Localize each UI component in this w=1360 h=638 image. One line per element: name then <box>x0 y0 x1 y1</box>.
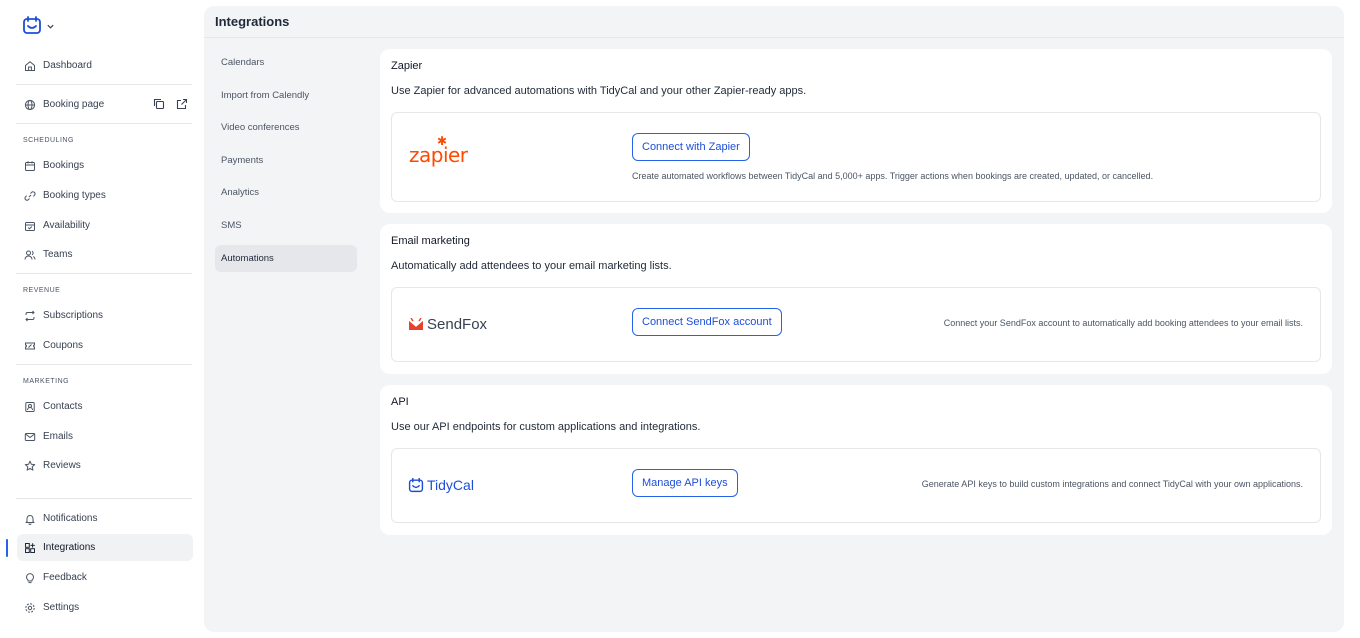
integration-row: SendFox Connect SendFox account Connect … <box>391 287 1321 362</box>
tidycal-logo-icon <box>23 16 41 34</box>
calendar-icon <box>24 160 36 172</box>
app-logo-menu[interactable] <box>22 15 55 35</box>
sidebar-item-label: Feedback <box>43 572 87 583</box>
divider <box>16 364 192 365</box>
sidebar-item-label: Bookings <box>43 160 85 171</box>
repeat-icon <box>24 310 36 322</box>
link-icon <box>24 190 36 202</box>
card-title: Zapier <box>391 60 423 72</box>
page-title: Integrations <box>215 14 290 29</box>
section-title-marketing: MARKETING <box>23 378 70 385</box>
subnav-item-analytics[interactable]: Analytics <box>215 179 357 206</box>
sidebar-item-coupons[interactable]: Coupons <box>17 332 193 359</box>
sidebar-item-contacts[interactable]: Contacts <box>17 393 193 420</box>
users-icon <box>24 249 36 261</box>
subnav-item-import-calendly[interactable]: Import from Calendly <box>215 82 357 109</box>
calendar-check-icon <box>24 220 36 232</box>
page-header: Integrations <box>204 6 1344 38</box>
api-card: API Use our API endpoints for custom app… <box>380 385 1332 535</box>
manage-api-keys-button[interactable]: Manage API keys <box>632 469 738 497</box>
divider <box>16 84 192 85</box>
zapier-logo: zapier ✱ <box>409 134 468 167</box>
main-panel: Integrations Calendars Import from Calen… <box>204 6 1344 632</box>
sidebar-item-label: Integrations <box>43 542 96 553</box>
sidebar-item-label: Coupons <box>43 340 84 351</box>
divider <box>16 273 192 274</box>
sidebar-item-label: Booking types <box>43 190 106 201</box>
sidebar-item-label: Settings <box>43 602 80 613</box>
sendfox-hint: Connect your SendFox account to automati… <box>943 318 1303 328</box>
sidebar-item-notifications[interactable]: Notifications <box>17 505 193 532</box>
sidebar-item-subscriptions[interactable]: Subscriptions <box>17 302 193 329</box>
sidebar-item-label: Booking page <box>43 99 105 110</box>
sidebar-item-dashboard[interactable]: Dashboard <box>17 52 193 79</box>
card-title: API <box>391 396 409 408</box>
zapier-hint: Create automated workflows between TidyC… <box>632 171 1154 181</box>
email-marketing-card: Email marketing Automatically add attend… <box>380 224 1332 374</box>
sendfox-icon <box>408 317 424 330</box>
card-description: Use Zapier for advanced automations with… <box>391 85 807 97</box>
tidycal-logo: TidyCal <box>408 477 474 493</box>
sidebar-item-label: Teams <box>43 249 73 260</box>
ticket-icon <box>24 340 36 352</box>
chevron-down-icon <box>47 24 54 29</box>
sidebar-item-label: Subscriptions <box>43 310 104 321</box>
contact-icon <box>24 401 36 413</box>
active-indicator <box>6 539 8 557</box>
sidebar-item-label: Availability <box>43 220 91 231</box>
integration-row: zapier ✱ Connect with Zapier Create auto… <box>391 112 1321 202</box>
external-link-icon[interactable] <box>176 98 188 110</box>
divider <box>16 123 192 124</box>
api-hint: Generate API keys to build custom integr… <box>921 479 1303 489</box>
card-title: Email marketing <box>391 235 470 247</box>
card-description: Use our API endpoints for custom applica… <box>391 421 701 433</box>
sidebar-item-label: Contacts <box>43 401 83 412</box>
subnav-item-calendars[interactable]: Calendars <box>215 49 357 76</box>
subnav-item-video-conferences[interactable]: Video conferences <box>215 114 357 141</box>
sidebar-item-booking-types[interactable]: Booking types <box>17 182 193 209</box>
sidebar-item-reviews[interactable]: Reviews <box>17 452 193 479</box>
star-icon <box>24 460 36 472</box>
subnav-item-payments[interactable]: Payments <box>215 147 357 174</box>
home-icon <box>24 60 36 72</box>
sidebar-item-label: Dashboard <box>43 60 92 71</box>
globe-icon <box>24 99 36 111</box>
sidebar-item-integrations[interactable]: Integrations <box>17 534 193 561</box>
lightbulb-icon <box>24 572 36 584</box>
sidebar-item-label: Emails <box>43 431 74 442</box>
integration-row: TidyCal Manage API keys Generate API key… <box>391 448 1321 523</box>
section-title-revenue: REVENUE <box>23 287 61 294</box>
subnav-item-automations[interactable]: Automations <box>215 245 357 272</box>
sidebar-item-bookings[interactable]: Bookings <box>17 152 193 179</box>
copy-icon[interactable] <box>153 98 165 110</box>
gear-icon <box>24 602 36 614</box>
tidycal-icon <box>408 477 424 493</box>
sidebar-item-emails[interactable]: Emails <box>17 423 193 450</box>
booking-page-actions <box>153 98 188 110</box>
connect-sendfox-button[interactable]: Connect SendFox account <box>632 308 782 336</box>
connect-zapier-button[interactable]: Connect with Zapier <box>632 133 750 161</box>
divider <box>16 498 192 499</box>
integrations-icon <box>24 542 36 554</box>
sendfox-logo: SendFox <box>408 316 487 333</box>
sidebar-item-teams[interactable]: Teams <box>17 241 193 268</box>
section-title-scheduling: SCHEDULING <box>23 137 74 144</box>
zapier-asterisk-icon: ✱ <box>437 134 447 148</box>
sidebar-item-settings[interactable]: Settings <box>17 594 193 621</box>
sidebar-item-availability[interactable]: Availability <box>17 212 193 239</box>
sidebar: Dashboard Booking page SCHEDULING Bookin… <box>0 0 204 638</box>
mail-icon <box>24 431 36 443</box>
sidebar-item-label: Notifications <box>43 513 98 524</box>
bell-icon <box>24 513 36 525</box>
sidebar-item-label: Reviews <box>43 460 81 471</box>
sidebar-item-feedback[interactable]: Feedback <box>17 564 193 591</box>
zapier-card: Zapier Use Zapier for advanced automatio… <box>380 49 1332 213</box>
subnav-item-sms[interactable]: SMS <box>215 212 357 239</box>
card-description: Automatically add attendees to your emai… <box>391 260 672 272</box>
